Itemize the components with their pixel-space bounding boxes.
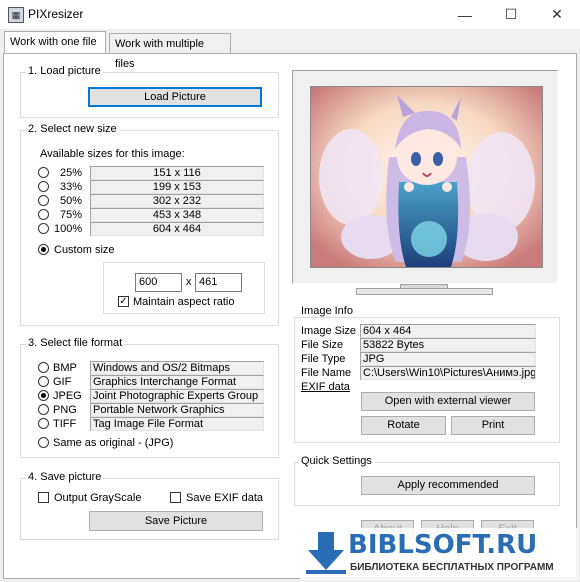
size-dims-33: 199 x 153 <box>90 180 264 194</box>
save-exif-checkbox[interactable] <box>170 492 181 503</box>
size-dims-75: 453 x 348 <box>90 208 264 222</box>
size-radio-100[interactable] <box>38 223 49 234</box>
size-pct-25: 25% <box>60 167 83 179</box>
size-pct-75: 75% <box>60 209 83 221</box>
preview-image <box>310 86 543 268</box>
size-pct-50: 50% <box>60 195 83 207</box>
custom-size-radio[interactable] <box>38 244 49 255</box>
window-title: PIXresizer <box>28 7 84 21</box>
size-dims-100: 604 x 464 <box>90 222 264 236</box>
title-bar: ▦ PIXresizer — ☐ ✕ <box>0 0 580 29</box>
watermark-banner: BIBLSOFT.RU БИБЛИОТЕКА БЕСПЛАТНЫХ ПРОГРА… <box>300 528 578 580</box>
format-radio-jpeg[interactable] <box>38 390 49 401</box>
image-info-legend: Image Info <box>299 305 355 317</box>
available-sizes-label: Available sizes for this image: <box>40 148 185 160</box>
tab-multiple-files[interactable]: Work with multiple files <box>109 33 231 70</box>
save-picture-button[interactable]: Save Picture <box>89 511 263 531</box>
apply-recommended-button[interactable]: Apply recommended <box>361 476 535 495</box>
format-name-gif: GIF <box>53 376 72 388</box>
format-radio-bmp[interactable] <box>38 362 49 373</box>
rotate-button[interactable]: Rotate <box>361 416 446 435</box>
maintain-aspect-label: Maintain aspect ratio <box>133 296 235 308</box>
format-radio-same[interactable] <box>38 437 49 448</box>
format-radio-png[interactable] <box>38 404 49 415</box>
print-button[interactable]: Print <box>451 416 535 435</box>
same-as-original-label: Same as original - (JPG) <box>53 437 174 449</box>
anime-girl-illustration <box>311 87 542 267</box>
custom-width-input[interactable]: 600 <box>135 273 182 292</box>
watermark-brand: BIBLSOFT.RU <box>348 530 538 560</box>
info-label-file-type: File Type <box>301 353 346 365</box>
format-legend: 3. Select file format <box>26 337 125 349</box>
info-label-file-size: File Size <box>301 339 344 351</box>
close-button[interactable]: ✕ <box>534 0 580 29</box>
format-desc-bmp: Windows and OS/2 Bitmaps <box>90 361 264 375</box>
save-exif-label: Save EXIF data <box>186 492 264 504</box>
open-external-viewer-button[interactable]: Open with external viewer <box>361 392 535 411</box>
exif-data-link[interactable]: EXIF data <box>301 381 350 393</box>
format-desc-gif: Graphics Interchange Format <box>90 375 264 389</box>
info-label-file-name: File Name <box>301 367 352 379</box>
size-dims-25: 151 x 116 <box>90 166 264 180</box>
quick-settings-legend: Quick Settings <box>299 455 374 467</box>
save-legend: 4. Save picture <box>26 471 104 483</box>
monitor-stand <box>356 288 493 295</box>
custom-size-label: Custom size <box>54 244 115 256</box>
size-radio-25[interactable] <box>38 167 49 178</box>
format-radio-gif[interactable] <box>38 376 49 387</box>
info-value-file-name: C:\Users\Win10\Pictures\Анимэ.jpg <box>360 366 536 380</box>
grayscale-checkbox[interactable] <box>38 492 49 503</box>
format-radio-tiff[interactable] <box>38 418 49 429</box>
size-radio-75[interactable] <box>38 209 49 220</box>
format-name-png: PNG <box>53 404 77 416</box>
format-name-bmp: BMP <box>53 362 77 374</box>
minimize-button[interactable]: — <box>442 0 488 29</box>
grayscale-label: Output GrayScale <box>54 492 142 504</box>
load-legend: 1. Load picture <box>26 65 103 77</box>
info-value-file-size: 53822 Bytes <box>360 338 536 352</box>
format-name-tiff: TIFF <box>53 418 77 430</box>
load-picture-button[interactable]: Load Picture <box>88 87 262 107</box>
format-desc-jpeg: Joint Photographic Experts Group <box>90 389 264 403</box>
custom-height-input[interactable]: 461 <box>195 273 242 292</box>
size-radio-33[interactable] <box>38 181 49 192</box>
size-dims-50: 302 x 232 <box>90 194 264 208</box>
maximize-button[interactable]: ☐ <box>488 0 534 29</box>
app-icon: ▦ <box>8 7 24 23</box>
info-label-image-size: Image Size <box>301 325 357 337</box>
format-desc-png: Portable Network Graphics <box>90 403 264 417</box>
size-separator: x <box>186 276 192 288</box>
format-desc-tiff: Tag Image File Format <box>90 417 264 431</box>
tab-one-file[interactable]: Work with one file <box>4 31 106 53</box>
size-legend: 2. Select new size <box>26 123 119 135</box>
info-value-image-size: 604 x 464 <box>360 324 536 338</box>
size-radio-50[interactable] <box>38 195 49 206</box>
format-name-jpeg: JPEG <box>53 390 82 402</box>
info-value-file-type: JPG <box>360 352 536 366</box>
size-pct-100: 100% <box>54 223 83 235</box>
download-arrow-icon <box>306 532 346 574</box>
watermark-tagline: БИБЛИОТЕКА БЕСПЛАТНЫХ ПРОГРАММ <box>350 562 554 573</box>
maintain-aspect-checkbox[interactable]: ✓ <box>118 296 129 307</box>
size-pct-33: 33% <box>60 181 83 193</box>
